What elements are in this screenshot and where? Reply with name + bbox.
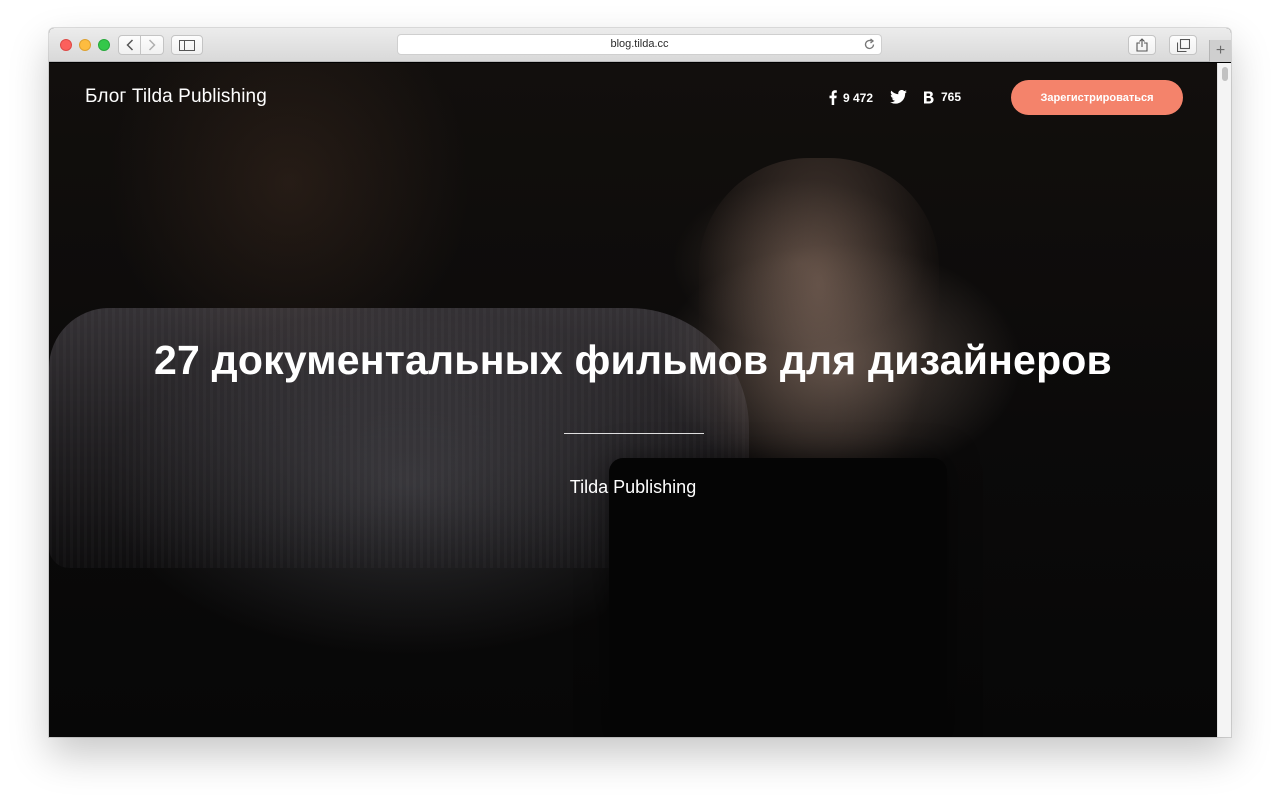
sidebar-icon	[179, 39, 195, 51]
chevron-left-icon	[125, 39, 133, 51]
site-logo[interactable]: Блог Tilda Publishing	[85, 86, 267, 108]
new-tab-button[interactable]: +	[1209, 40, 1231, 62]
share-button[interactable]	[1128, 35, 1156, 55]
address-url: blog.tilda.cc	[610, 38, 669, 50]
plus-icon: +	[1215, 42, 1226, 59]
tabs-icon	[1176, 38, 1190, 52]
sidebar-toggle-button[interactable]	[171, 35, 203, 55]
tabs-overview-button[interactable]	[1169, 35, 1197, 55]
reload-icon[interactable]	[863, 38, 876, 51]
facebook-share[interactable]: 9 472	[829, 90, 873, 105]
vk-share[interactable]: 765	[923, 90, 961, 104]
share-icon	[1136, 38, 1148, 52]
scrollbar-thumb[interactable]	[1222, 67, 1228, 81]
vk-count: 765	[941, 90, 962, 104]
title-divider	[564, 433, 704, 434]
twitter-icon	[890, 90, 907, 104]
page-viewport: Блог Tilda Publishing 9 472 765 Зарегист…	[49, 63, 1217, 737]
browser-window: blog.tilda.cc + Блог Tilda Publishing 9 …	[49, 28, 1231, 737]
hero-background-laptop	[609, 458, 947, 737]
site-header: Блог Tilda Publishing 9 472 765 Зарегист…	[49, 63, 1217, 133]
facebook-count: 9 472	[843, 90, 874, 105]
back-button[interactable]	[118, 35, 141, 55]
close-window-button[interactable]	[60, 39, 72, 51]
address-bar[interactable]: blog.tilda.cc	[397, 34, 882, 55]
zoom-window-button[interactable]	[98, 39, 110, 51]
forward-button[interactable]	[141, 35, 164, 55]
register-button[interactable]: Зарегистрироваться	[1011, 80, 1183, 115]
browser-toolbar: blog.tilda.cc +	[49, 28, 1231, 62]
article-author[interactable]: Tilda Publishing	[49, 477, 1217, 498]
vk-icon	[924, 91, 934, 103]
page-scrollbar[interactable]	[1217, 63, 1231, 737]
article-title: 27 документальных фильмов для дизайнеров	[154, 337, 1112, 383]
twitter-share[interactable]	[890, 90, 907, 104]
chevron-right-icon	[148, 39, 156, 51]
minimize-window-button[interactable]	[79, 39, 91, 51]
facebook-icon	[829, 90, 837, 105]
